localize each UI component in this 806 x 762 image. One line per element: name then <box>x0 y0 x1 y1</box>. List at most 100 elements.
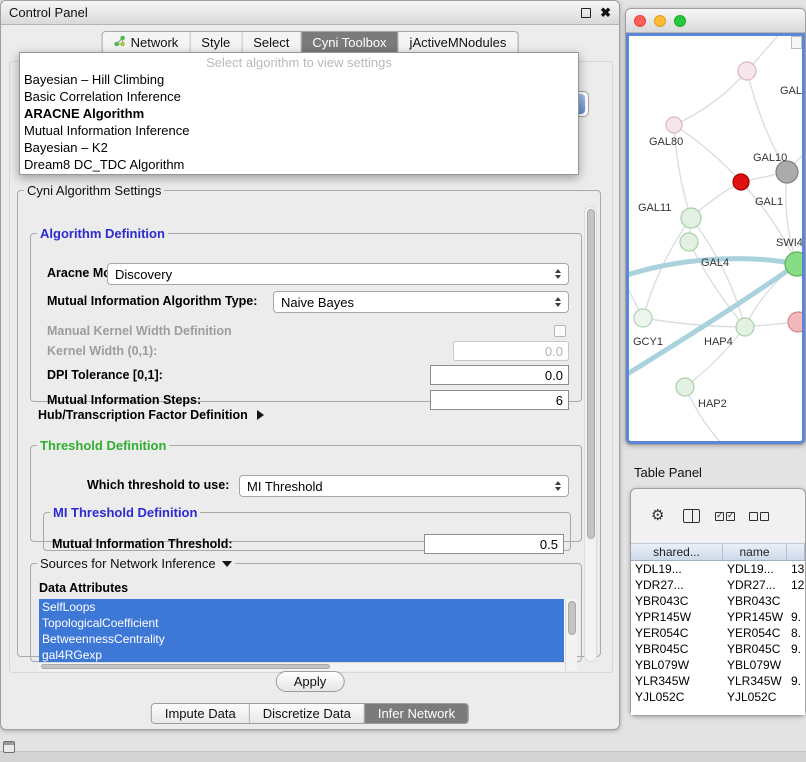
node-label: GAL10 <box>753 152 787 164</box>
select-all-checks-icon[interactable] <box>715 512 735 521</box>
network-window-titlebar[interactable] <box>626 9 805 33</box>
cyni-settings-legend: Cyni Algorithm Settings <box>24 183 164 198</box>
bottom-tab-discretize-data[interactable]: Discretize Data <box>249 704 364 723</box>
network-node[interactable]: GAL80 <box>649 117 683 148</box>
network-node[interactable]: GCY1 <box>633 309 663 348</box>
column-header[interactable] <box>787 544 805 560</box>
table-cell: 12 <box>787 577 805 593</box>
aracne-mode-value: Discovery <box>115 267 172 282</box>
tab-network[interactable]: Network <box>103 32 190 53</box>
network-node[interactable] <box>788 312 804 332</box>
table-cell: YBL079W <box>723 657 787 673</box>
table-row[interactable]: YJL052CYJL052C <box>631 689 805 705</box>
sources-legend[interactable]: Sources for Network Inference <box>37 556 235 571</box>
network-edge[interactable] <box>786 172 797 264</box>
network-canvas-svg[interactable]: GALGAL80GAL10GAL1GAL11SWI4GAL4GCY1HAP4HA… <box>629 36 804 442</box>
control-panel-tabs: Network Style SelectCyni Toolbox jActiveMNo… <box>102 31 519 54</box>
network-node[interactable]: SWI4 <box>776 237 804 276</box>
tab-style[interactable]: Style <box>189 32 241 53</box>
scrollbar-thumb[interactable] <box>568 601 576 635</box>
table-row[interactable]: YBR045CYBR045C9. <box>631 641 805 657</box>
table-row[interactable]: YBL079WYBL079W <box>631 657 805 673</box>
expanded-arrow-icon[interactable] <box>222 561 232 567</box>
attribute-list-item[interactable]: gal4RGexp <box>39 647 564 663</box>
data-attributes-list[interactable]: SelfLoopsTopologicalCoefficientBetweenne… <box>39 599 577 671</box>
column-header[interactable]: shared... <box>631 544 723 560</box>
mi-threshold-field[interactable]: 0.5 <box>424 534 564 554</box>
list-vertical-scrollbar[interactable] <box>565 599 577 671</box>
columns-icon[interactable] <box>683 509 700 523</box>
combo-arrows-icon <box>555 269 561 279</box>
network-node[interactable]: GAL1 <box>733 174 783 208</box>
attribute-list-item[interactable]: TopologicalCoefficient <box>39 615 564 631</box>
manual-kernel-width-checkbox[interactable] <box>554 325 566 337</box>
algorithm-option[interactable]: Mutual Information Inference <box>20 122 578 139</box>
collapsed-arrow-icon[interactable] <box>257 410 264 420</box>
node-label: HAP4 <box>704 336 733 348</box>
minimized-panel-icon[interactable] <box>3 741 15 753</box>
bottom-tab-infer-network[interactable]: Infer Network <box>364 704 468 723</box>
close-traffic-light[interactable] <box>634 15 646 27</box>
table-row[interactable]: YDL19...YDL19...13 <box>631 561 805 577</box>
aracne-mode-select[interactable]: Discovery <box>107 263 569 285</box>
table-cell: 8. <box>787 625 805 641</box>
combo-arrows-icon <box>555 481 561 491</box>
table-row[interactable]: YDR27...YDR27...12 <box>631 577 805 593</box>
dpi-tolerance-field[interactable]: 0.0 <box>430 365 569 385</box>
zoom-traffic-light[interactable] <box>674 15 686 27</box>
hub-section-label: Hub/Transcription Factor Definition <box>38 408 248 422</box>
table-row[interactable]: YLR345WYLR345W9. <box>631 673 805 689</box>
mi-steps-field[interactable]: 6 <box>430 390 569 410</box>
column-header[interactable]: name <box>723 544 787 560</box>
gear-icon[interactable] <box>651 508 664 524</box>
algorithm-option[interactable]: Basic Correlation Inference <box>20 88 578 105</box>
combo-arrows-icon <box>555 297 561 307</box>
network-edge[interactable] <box>643 318 745 327</box>
tab-cyni-toolbox[interactable]: Cyni Toolbox <box>300 32 397 53</box>
network-node[interactable]: GAL <box>738 62 802 97</box>
tab-label: jActiveMNodules <box>410 35 507 50</box>
attribute-list-item[interactable]: SelfLoops <box>39 599 564 615</box>
mi-algorithm-type-select[interactable]: Naive Bayes <box>273 291 569 313</box>
algorithm-option[interactable]: Dream8 DC_TDC Algorithm <box>20 156 578 173</box>
network-edge[interactable] <box>674 71 747 125</box>
table-row[interactable]: YBR043CYBR043C <box>631 593 805 609</box>
node-label: GAL <box>780 85 802 97</box>
apply-button[interactable]: Apply <box>276 671 345 692</box>
bottom-task-tabs: Impute DataDiscretize DataInfer Network <box>151 703 469 724</box>
algorithm-option[interactable]: ARACNE Algorithm <box>20 105 578 122</box>
network-edge[interactable] <box>674 125 741 182</box>
network-edge[interactable] <box>741 182 797 264</box>
algorithm-option[interactable]: Bayesian – K2 <box>20 139 578 156</box>
algorithm-option[interactable]: Bayesian – Hill Climbing <box>20 71 578 88</box>
table-panel-title: Table Panel <box>634 465 702 480</box>
which-threshold-select[interactable]: MI Threshold <box>239 475 569 497</box>
network-node[interactable]: GAL11 <box>638 202 701 228</box>
scrollbar-thumb[interactable] <box>587 209 595 539</box>
float-window-icon[interactable] <box>581 8 591 18</box>
network-canvas[interactable]: GALGAL80GAL10GAL1GAL11SWI4GAL4GCY1HAP4HA… <box>626 33 805 444</box>
minimize-traffic-light[interactable] <box>654 15 666 27</box>
network-edge[interactable] <box>685 387 721 442</box>
network-edge[interactable] <box>689 242 745 327</box>
tab-jactivemnodules[interactable]: jActiveMNodules <box>398 32 518 53</box>
table-cell: YBR045C <box>631 641 723 657</box>
attribute-list-item[interactable]: BetweennessCentrality <box>39 631 564 647</box>
sources-for-network-inference-group: Sources for Network Inference Data Attri… <box>30 556 582 662</box>
network-edge[interactable] <box>691 218 745 327</box>
hub-transcription-factor-section[interactable]: Hub/Transcription Factor Definition <box>38 408 264 422</box>
control-panel-titlebar[interactable]: Control Panel <box>1 1 619 25</box>
cyni-algorithm-settings-group: Cyni Algorithm Settings Algorithm Defini… <box>17 183 601 657</box>
tab-label: Style <box>201 35 230 50</box>
network-node[interactable]: HAP2 <box>676 378 727 410</box>
tab-select[interactable]: Select <box>241 32 300 53</box>
bottom-tab-impute-data[interactable]: Impute Data <box>152 704 249 723</box>
deselect-all-checks-icon[interactable] <box>749 512 769 521</box>
kernel-width-field[interactable]: 0.0 <box>453 341 569 361</box>
scrollbar-thumb[interactable] <box>41 664 330 669</box>
close-icon[interactable] <box>600 7 611 19</box>
table-row[interactable]: YPR145WYPR145W9. <box>631 609 805 625</box>
settings-vertical-scrollbar[interactable] <box>584 206 597 662</box>
list-horizontal-scrollbar[interactable] <box>39 662 565 671</box>
table-row[interactable]: YER054CYER054C8. <box>631 625 805 641</box>
